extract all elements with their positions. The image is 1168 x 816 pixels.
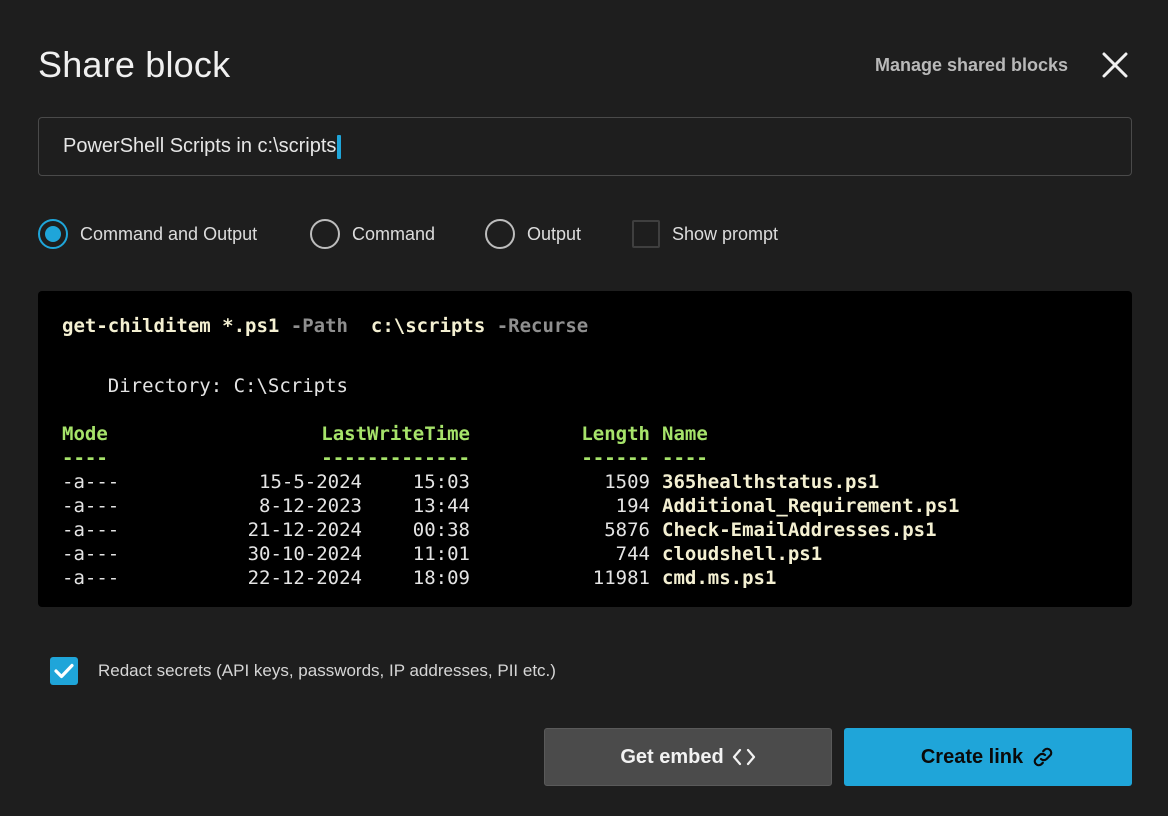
block-title-value: PowerShell Scripts in c:\scripts xyxy=(63,135,337,157)
manage-shared-blocks-link[interactable]: Manage shared blocks xyxy=(875,55,1068,76)
code-brackets-icon xyxy=(732,748,756,766)
option-label: Command and Output xyxy=(80,223,258,244)
output-separator-row: ---- ------------- ------ ---- xyxy=(62,447,1132,471)
dialog-title: Share block xyxy=(38,44,231,85)
header-lastwritetime: LastWriteTime xyxy=(321,423,470,445)
row-mode: -a--- xyxy=(62,543,120,565)
separator-name: ---- xyxy=(662,447,708,469)
header-name: Name xyxy=(662,423,708,445)
row-date: 22-12-2024 xyxy=(247,567,362,589)
block-title-input[interactable]: PowerShell Scripts in c:\scripts xyxy=(38,117,1132,176)
row-mode: -a--- xyxy=(62,495,120,517)
row-time: 13:44 xyxy=(412,495,470,517)
text-caret xyxy=(337,134,342,159)
option-command-and-output[interactable]: Command and Output xyxy=(38,218,257,250)
row-length: 5876 xyxy=(604,519,650,541)
row-time: 18:09 xyxy=(412,567,470,589)
row-name: 365healthstatus.ps1 xyxy=(662,471,880,493)
close-icon xyxy=(1102,52,1128,78)
command-arg: *.ps1 xyxy=(210,315,291,337)
option-label: Output xyxy=(527,223,582,244)
output-header-row: Mode LastWriteTime Length Name xyxy=(62,423,1132,447)
output-row: -a--- 22-12-2024 18:09 11981 cmd.ms.ps1 xyxy=(62,567,1132,591)
row-mode: -a--- xyxy=(62,567,120,589)
get-embed-label: Get embed xyxy=(620,745,724,768)
output-row: -a--- 21-12-2024 00:38 5876 Check-EmailA… xyxy=(62,519,1132,543)
row-name: cloudshell.ps1 xyxy=(662,543,823,565)
radio-command[interactable] xyxy=(310,219,340,249)
output-row: -a--- 15-5-2024 15:03 1509 365healthstat… xyxy=(62,471,1132,495)
block-preview: get-childitem *.ps1 -Path c:\scripts -Re… xyxy=(38,291,1132,607)
create-link-button[interactable]: Create link xyxy=(844,728,1132,786)
row-date: 30-10-2024 xyxy=(247,543,362,565)
row-length: 194 xyxy=(615,495,650,517)
separator-lastwritetime: ------------- xyxy=(321,447,470,469)
row-length: 744 xyxy=(615,543,650,565)
row-mode: -a--- xyxy=(62,471,120,493)
row-date: 15-5-2024 xyxy=(259,471,362,493)
get-embed-button[interactable]: Get embed xyxy=(544,728,832,786)
header-mode: Mode xyxy=(62,423,108,445)
option-label: Command xyxy=(352,223,436,244)
row-name: cmd.ms.ps1 xyxy=(662,567,777,589)
command-arg: c:\scripts xyxy=(348,315,497,337)
row-name: Additional_Requirement.ps1 xyxy=(662,495,960,517)
close-button[interactable] xyxy=(1098,48,1132,82)
row-mode: -a--- xyxy=(62,519,120,541)
checkmark-icon xyxy=(54,663,74,679)
row-name: Check-EmailAddresses.ps1 xyxy=(662,519,937,541)
redact-secrets-checkbox[interactable] xyxy=(50,657,78,685)
output-row: -a--- 8-12-2023 13:44 194 Additional_Req… xyxy=(62,495,1132,519)
radio-output[interactable] xyxy=(485,219,515,249)
redact-secrets-label: Redact secrets (API keys, passwords, IP … xyxy=(98,661,556,680)
command-name: get-childitem xyxy=(62,315,211,337)
row-length: 1509 xyxy=(604,471,650,493)
command-flag: -Path xyxy=(290,315,348,337)
option-command[interactable]: Command xyxy=(310,218,435,250)
header-length: Length xyxy=(581,423,650,445)
separator-length: ------ xyxy=(581,447,650,469)
share-block-dialog: Share block Manage shared blocks PowerSh… xyxy=(0,0,1168,816)
separator-mode: ---- xyxy=(62,447,108,469)
row-time: 15:03 xyxy=(412,471,470,493)
create-link-label: Create link xyxy=(920,745,1024,768)
option-label: Show prompt xyxy=(672,223,779,244)
directory-line: Directory: C:\Scripts xyxy=(62,375,348,397)
output-row: -a--- 30-10-2024 11:01 744 cloudshell.ps… xyxy=(62,543,1132,567)
command-line: get-childitem *.ps1 -Path c:\scripts -Re… xyxy=(62,315,1132,339)
option-output[interactable]: Output xyxy=(485,218,581,250)
row-date: 21-12-2024 xyxy=(247,519,362,541)
radio-command-and-output[interactable] xyxy=(38,219,68,249)
redact-secrets-option[interactable]: Redact secrets (API keys, passwords, IP … xyxy=(50,657,556,685)
option-show-prompt[interactable]: Show prompt xyxy=(632,218,778,250)
link-icon xyxy=(1031,745,1055,769)
row-time: 00:38 xyxy=(412,519,470,541)
row-date: 8-12-2023 xyxy=(259,495,362,517)
radio-selected-dot xyxy=(45,226,61,242)
row-length: 11981 xyxy=(592,567,650,589)
show-prompt-checkbox[interactable] xyxy=(632,220,660,248)
command-flag: -Recurse xyxy=(496,315,589,337)
row-time: 11:01 xyxy=(412,543,470,565)
